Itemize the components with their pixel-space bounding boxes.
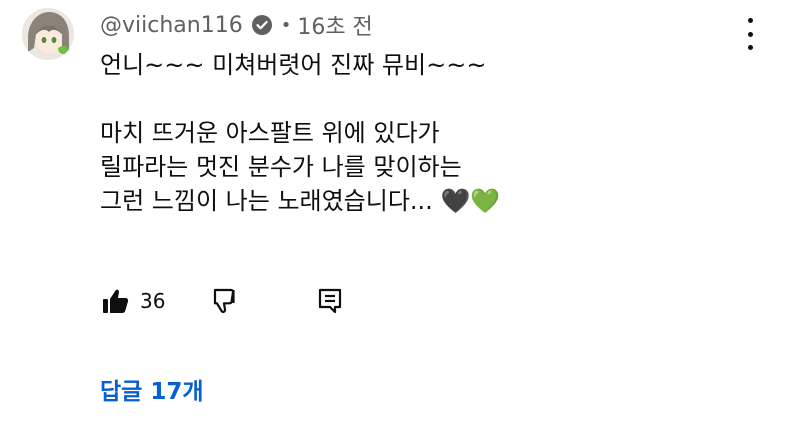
menu-dot	[747, 31, 753, 37]
author-handle[interactable]: @viichan116	[100, 13, 243, 38]
reply-comment-icon	[319, 288, 342, 314]
comment-text: 언니~~~ 미쳐버렷어 진짜 뮤비~~~ 마치 뜨거운 아스팔트 위에 있다가 …	[100, 48, 740, 218]
menu-dot	[747, 45, 753, 50]
comment-line-last: 그런 느낌이 나는 노래였습니다... 🖤💚	[100, 184, 740, 218]
comment-line: 언니~~~ 미쳐버렷어 진짜 뮤비~~~	[100, 51, 487, 79]
thumbs-up-icon	[103, 289, 129, 313]
reply-button[interactable]	[317, 287, 343, 315]
dislike-button[interactable]	[211, 286, 241, 316]
comment-header: @viichan116 • 16초 전	[100, 8, 373, 42]
comment-timestamp: 16초 전	[297, 15, 373, 40]
comment-line: 마치 뜨거운 아스팔트 위에 있다가	[100, 119, 440, 147]
menu-dot	[747, 18, 753, 23]
more-vertical-icon[interactable]	[738, 18, 762, 50]
avatar[interactable]	[22, 8, 74, 60]
view-replies-button[interactable]: 답글 17개	[100, 372, 204, 406]
comment-line-blank	[100, 82, 740, 116]
like-button[interactable]: 36	[100, 286, 165, 316]
green-heart-emoji: 💚	[470, 187, 501, 215]
comment-actions: 36	[100, 284, 343, 318]
separator-dot: •	[280, 14, 292, 36]
verified-check-icon	[251, 14, 273, 36]
avatar-image	[22, 8, 74, 60]
comment-line-text: 그런 느낌이 나는 노래였습니다...	[100, 187, 433, 215]
black-heart-emoji: 🖤	[440, 187, 471, 215]
like-count: 36	[140, 289, 166, 313]
comment-line: 릴파라는 멋진 분수가 나를 맞이하는	[100, 153, 462, 181]
thumbs-down-icon	[214, 288, 236, 314]
